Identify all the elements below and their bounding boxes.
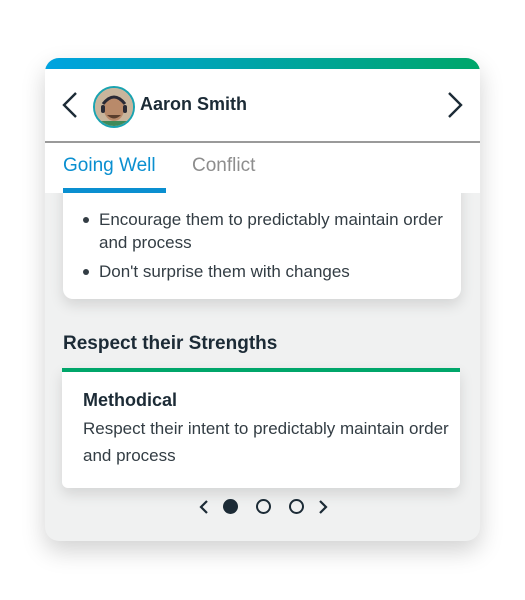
chevron-right-icon [448, 92, 463, 118]
strength-title: Methodical [83, 390, 178, 410]
chevron-right-icon [319, 500, 328, 514]
avatar-photo-icon [95, 88, 133, 126]
page-dot-2[interactable] [256, 499, 271, 514]
tab-conflict[interactable]: Conflict [192, 155, 255, 177]
strength-card: Methodical Respect their intent to predi… [62, 368, 460, 488]
user-name: Aaron Smith [140, 94, 248, 114]
chevron-left-icon [62, 92, 77, 118]
previous-person-button[interactable] [59, 89, 83, 121]
pager-prev-button[interactable] [198, 496, 210, 523]
going-well-list: Encourage them to predictably maintain o… [83, 208, 453, 289]
profile-card: Aaron Smith Going Well Conflict Encourag… [45, 58, 480, 541]
avatar [93, 86, 135, 128]
pager-next-button[interactable] [317, 496, 329, 523]
card-header: Aaron Smith [45, 69, 480, 143]
pagination [45, 496, 480, 518]
gradient-bar [45, 58, 480, 69]
chevron-left-icon [199, 500, 208, 514]
tab-bar: Going Well Conflict [45, 143, 480, 193]
next-person-button[interactable] [442, 89, 466, 121]
page-dot-1[interactable] [223, 499, 238, 514]
tab-going-well[interactable]: Going Well [63, 155, 156, 177]
strength-description: Respect their intent to predictably main… [83, 419, 449, 465]
list-item: Encourage them to predictably maintain o… [83, 208, 453, 254]
list-item: Don't surprise them with changes [83, 260, 453, 283]
page-dot-3[interactable] [289, 499, 304, 514]
section-title: Respect their Strengths [63, 333, 278, 354]
active-tab-indicator [63, 188, 166, 193]
